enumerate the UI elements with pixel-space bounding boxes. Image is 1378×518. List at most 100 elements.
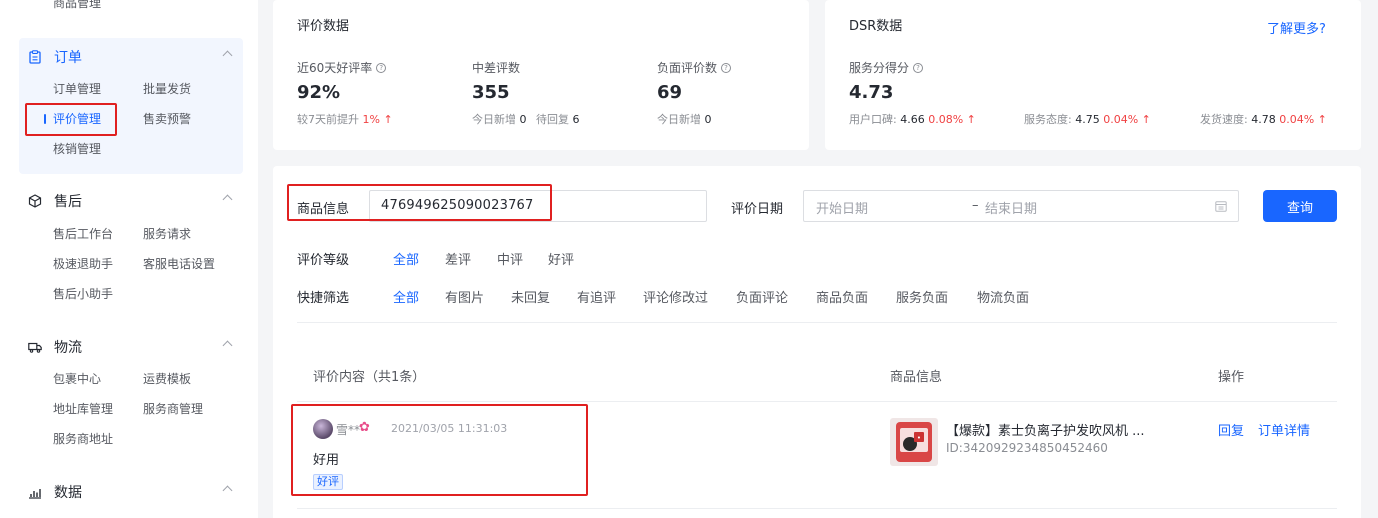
dsr-sub-label: 用户口碑:	[849, 113, 897, 126]
sidebar-item-verification-management[interactable]: 核销管理	[53, 140, 101, 157]
metric-sub-value: 0	[519, 113, 527, 126]
sidebar: 商品管理 订单 订单管理 批量发货 评价管理 售卖预警 核销管理 售后 售后工作…	[0, 0, 258, 518]
arrow-up-icon: ↑	[383, 113, 393, 126]
sidebar-item-provider-management[interactable]: 服务商管理	[143, 400, 203, 417]
sidebar-group-title: 订单	[54, 50, 82, 66]
sidebar-item-order-management[interactable]: 订单管理	[53, 80, 101, 97]
dsr-sub-reputation: 用户口碑: 4.66 0.08% ↑	[849, 111, 976, 127]
reply-link[interactable]: 回复	[1218, 420, 1244, 439]
sidebar-item-shipping-template[interactable]: 运费模板	[143, 370, 191, 387]
level-option-bad[interactable]: 差评	[445, 249, 471, 268]
dsr-sub-label: 服务态度:	[1024, 113, 1072, 126]
sidebar-item-sales-alert[interactable]: 售卖预警	[143, 110, 191, 127]
calendar-icon[interactable]	[1215, 200, 1227, 216]
quick-option-unreplied[interactable]: 未回复	[511, 287, 550, 306]
quick-option-with-image[interactable]: 有图片	[445, 287, 484, 306]
metric-sub-label: 今日新增	[472, 113, 516, 126]
chevron-up-icon[interactable]	[222, 485, 233, 496]
dsr-sub-value: 4.78	[1251, 113, 1276, 126]
dsr-sub-value: 4.75	[1075, 113, 1100, 126]
review-stats-card: 评价数据 近60天好评率? 92% 较7天前提升 1% ↑ 中差评数 355 今…	[273, 0, 809, 150]
product-id: ID:3420929234850452460	[946, 441, 1108, 455]
dsr-card: DSR数据 了解更多? 服务分得分? 4.73 用户口碑: 4.66 0.08%…	[825, 0, 1361, 150]
quick-filter-label: 快捷筛选	[297, 291, 350, 306]
chevron-up-icon[interactable]	[222, 340, 233, 351]
sidebar-item-service-phone[interactable]: 客服电话设置	[143, 255, 215, 272]
sidebar-group-header-order[interactable]: 订单	[19, 44, 243, 70]
metric-sub-label: 待回复	[536, 113, 569, 126]
sidebar-item-provider-address[interactable]: 服务商地址	[53, 430, 113, 447]
metric-sub-medium-bad: 今日新增 0 待回复 6	[472, 111, 580, 127]
help-icon[interactable]: ?	[913, 62, 924, 73]
sidebar-item-aftersale-assistant[interactable]: 售后小助手	[53, 285, 113, 302]
sidebar-item-product-management[interactable]: 商品管理	[53, 0, 101, 11]
quick-option-follow-up[interactable]: 有追评	[577, 287, 616, 306]
quick-option-modified[interactable]: 评论修改过	[643, 287, 708, 306]
metric-label-text: 服务分得分	[849, 61, 910, 75]
sidebar-group-header-aftersale[interactable]: 售后	[19, 188, 243, 214]
table-row-divider	[297, 508, 1337, 509]
arrow-up-icon: ↑	[1317, 113, 1327, 126]
metric-value-dsr: 4.73	[849, 82, 894, 103]
sidebar-group-logistics: 物流	[19, 334, 243, 360]
sidebar-group-title: 物流	[54, 340, 82, 356]
quick-option-all[interactable]: 全部	[393, 287, 419, 306]
chevron-up-icon[interactable]	[222, 50, 233, 61]
end-date-input[interactable]: 结束日期	[985, 198, 1037, 217]
metric-label: 负面评价数?	[657, 59, 732, 76]
sidebar-group-header-data[interactable]: 数据	[19, 479, 243, 505]
level-option-all[interactable]: 全部	[393, 249, 419, 268]
help-icon[interactable]: ?	[376, 62, 387, 73]
date-range-picker[interactable]: 开始日期 – 结束日期	[803, 190, 1239, 222]
metric-label-text: 负面评价数	[657, 61, 718, 75]
metric-sub-value: 0	[704, 113, 712, 126]
product-name[interactable]: 【爆款】素士负离子护发吹风机 ...	[946, 420, 1145, 439]
sidebar-group-title: 数据	[54, 485, 82, 501]
level-option-medium[interactable]: 中评	[497, 249, 523, 268]
svg-text:•: •	[917, 434, 921, 442]
metric-label: 服务分得分?	[849, 59, 924, 76]
query-button[interactable]: 查询	[1263, 190, 1337, 222]
help-icon[interactable]: ?	[721, 62, 732, 73]
filter-divider	[297, 322, 1337, 323]
column-header-product: 商品信息	[890, 370, 943, 385]
metric-sub-negative: 今日新增 0	[657, 111, 712, 127]
highlight-box-review-row	[291, 404, 588, 496]
metric-label-text: 近60天好评率	[297, 61, 373, 75]
metric-value-negative: 69	[657, 82, 683, 103]
column-header-content: 评价内容（共1条）	[313, 370, 426, 385]
column-header-action: 操作	[1218, 370, 1245, 385]
sidebar-item-aftersale-workbench[interactable]: 售后工作台	[53, 225, 113, 242]
product-thumbnail[interactable]: •	[890, 418, 938, 466]
level-option-good[interactable]: 好评	[548, 249, 574, 268]
review-date-label: 评价日期	[731, 202, 784, 217]
box-icon	[28, 194, 42, 208]
highlight-box-product-info	[287, 184, 552, 221]
card-title: 评价数据	[297, 19, 350, 34]
dsr-sub-shipping: 发货速度: 4.78 0.04% ↑	[1200, 111, 1327, 127]
metric-sub-good-rate: 较7天前提升 1% ↑	[297, 111, 393, 127]
quick-option-product-negative[interactable]: 商品负面	[816, 287, 868, 306]
sidebar-item-service-request[interactable]: 服务请求	[143, 225, 191, 242]
sidebar-item-batch-shipping[interactable]: 批量发货	[143, 80, 191, 97]
quick-option-logistics-negative[interactable]: 物流负面	[977, 287, 1029, 306]
sidebar-item-fast-refund[interactable]: 极速退助手	[53, 255, 113, 272]
sidebar-item-package-center[interactable]: 包裹中心	[53, 370, 101, 387]
sidebar-group-header-logistics[interactable]: 物流	[19, 334, 243, 360]
sidebar-item-address-library[interactable]: 地址库管理	[53, 400, 113, 417]
arrow-up-icon: ↑	[966, 113, 976, 126]
order-detail-link[interactable]: 订单详情	[1258, 420, 1310, 439]
metric-label: 近60天好评率?	[297, 59, 387, 76]
table-header-divider	[297, 401, 1337, 402]
quick-option-service-negative[interactable]: 服务负面	[896, 287, 948, 306]
quick-option-negative[interactable]: 负面评论	[736, 287, 788, 306]
sidebar-group-aftersale: 售后	[19, 188, 243, 214]
chevron-up-icon[interactable]	[222, 194, 233, 205]
learn-more-link[interactable]: 了解更多?	[1267, 18, 1326, 37]
clipboard-icon	[28, 50, 42, 64]
start-date-input[interactable]: 开始日期	[816, 198, 868, 217]
metric-label-text: 中差评数	[472, 61, 521, 75]
bar-chart-icon	[28, 485, 42, 499]
sidebar-group-title: 售后	[54, 194, 82, 210]
dsr-sub-change: 0.04%	[1279, 113, 1315, 126]
